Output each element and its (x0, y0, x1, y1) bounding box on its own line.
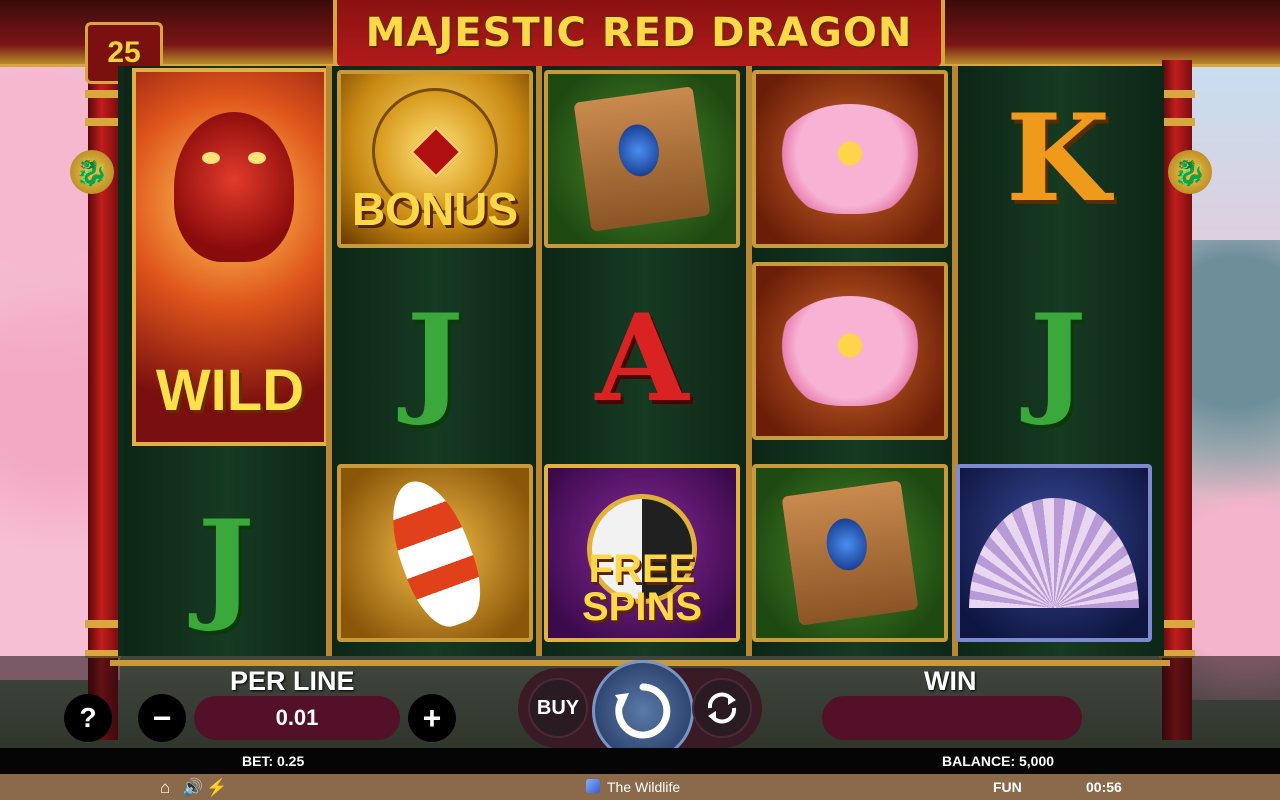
symbol-fan (956, 464, 1152, 642)
buy-feature-button[interactable]: BUY (528, 678, 588, 738)
reel-1: WILD J (124, 66, 330, 656)
letter-k: K (1005, 88, 1111, 229)
per-line-value-field: 0.01 (194, 696, 400, 740)
brand-logo-icon (586, 779, 600, 793)
buy-label: BUY (536, 696, 580, 719)
letter-j: J (197, 494, 255, 635)
symbol-wild-dragon: WILD (132, 68, 328, 446)
wild-label: WILD (155, 358, 305, 423)
reel-area: WILD J BONUS J A FREE SPINS K J (118, 66, 1164, 656)
balance: BALANCE: 5,000 (942, 753, 1055, 769)
increase-bet-button[interactable]: + (408, 694, 456, 742)
symbol-bonus-coin: BONUS (337, 70, 533, 248)
brand-name: The Wildlife (607, 779, 681, 795)
letter-a: A (595, 288, 689, 429)
reel-2: BONUS J (332, 66, 538, 656)
autoplay-button[interactable] (692, 678, 752, 738)
reel-5: K J (956, 66, 1164, 656)
gold-dragon-right-icon: 🐉 (1168, 150, 1212, 194)
clock: 00:56 (1086, 779, 1122, 795)
reel-4 (752, 66, 958, 656)
symbol-scroll (544, 70, 740, 248)
red-dragon-icon (174, 112, 294, 262)
paylines-count: 25 (107, 36, 141, 69)
spin-arrow-icon (615, 683, 671, 739)
game-title-plate: MAJESTIC RED DRAGON (333, 0, 945, 70)
gold-dragon-left-icon: 🐉 (70, 150, 114, 194)
koi-fish-icon (376, 470, 494, 636)
per-line-label: PER LINE (230, 666, 355, 696)
folding-fan-icon (969, 498, 1139, 608)
lotus-flower-icon (775, 104, 925, 214)
free-spins-label: FREE SPINS (581, 547, 703, 629)
per-line-value: 0.01 (275, 705, 319, 730)
symbol-scroll (752, 464, 948, 642)
win-value-field (822, 696, 1082, 740)
free-label: FREE (588, 547, 696, 591)
win-label: WIN (924, 666, 977, 696)
lotus-flower-icon (775, 296, 925, 406)
help-button[interactable]: ? (64, 694, 112, 742)
symbol-j: J (337, 270, 533, 448)
spins-label: SPINS (581, 585, 703, 629)
footer-bar: ⌂ 🔊 ⚡ The Wildlife FUN 00:56 (0, 774, 1280, 800)
scroll-icon (781, 480, 919, 626)
symbol-koi-fish (337, 464, 533, 642)
sound-icon[interactable]: 🔊 (182, 778, 203, 798)
bonus-label: BONUS (351, 183, 519, 235)
symbol-j: J (960, 270, 1156, 448)
game-mode: FUN (993, 779, 1022, 795)
letter-j: J (1029, 288, 1087, 429)
bet-total: BET: 0.25 (242, 753, 305, 769)
symbol-k: K (960, 70, 1156, 248)
status-bar: BET: 0.25 BALANCE: 5,000 (0, 748, 1280, 774)
symbol-lotus (752, 70, 948, 248)
reel-3: A FREE SPINS (542, 66, 748, 656)
turbo-icon[interactable]: ⚡ (206, 778, 227, 798)
home-icon[interactable]: ⌂ (160, 778, 170, 798)
symbol-j: J (128, 476, 324, 654)
symbol-free-spins: FREE SPINS (544, 464, 740, 642)
symbol-lotus (752, 262, 948, 440)
letter-j: J (406, 288, 464, 429)
decrease-bet-button[interactable]: − (138, 694, 186, 742)
spin-button[interactable] (592, 660, 694, 762)
scroll-icon (573, 86, 711, 232)
autoplay-icon (707, 692, 737, 724)
game-title: MAJESTIC RED DRAGON (365, 10, 913, 56)
symbol-a: A (544, 270, 740, 448)
